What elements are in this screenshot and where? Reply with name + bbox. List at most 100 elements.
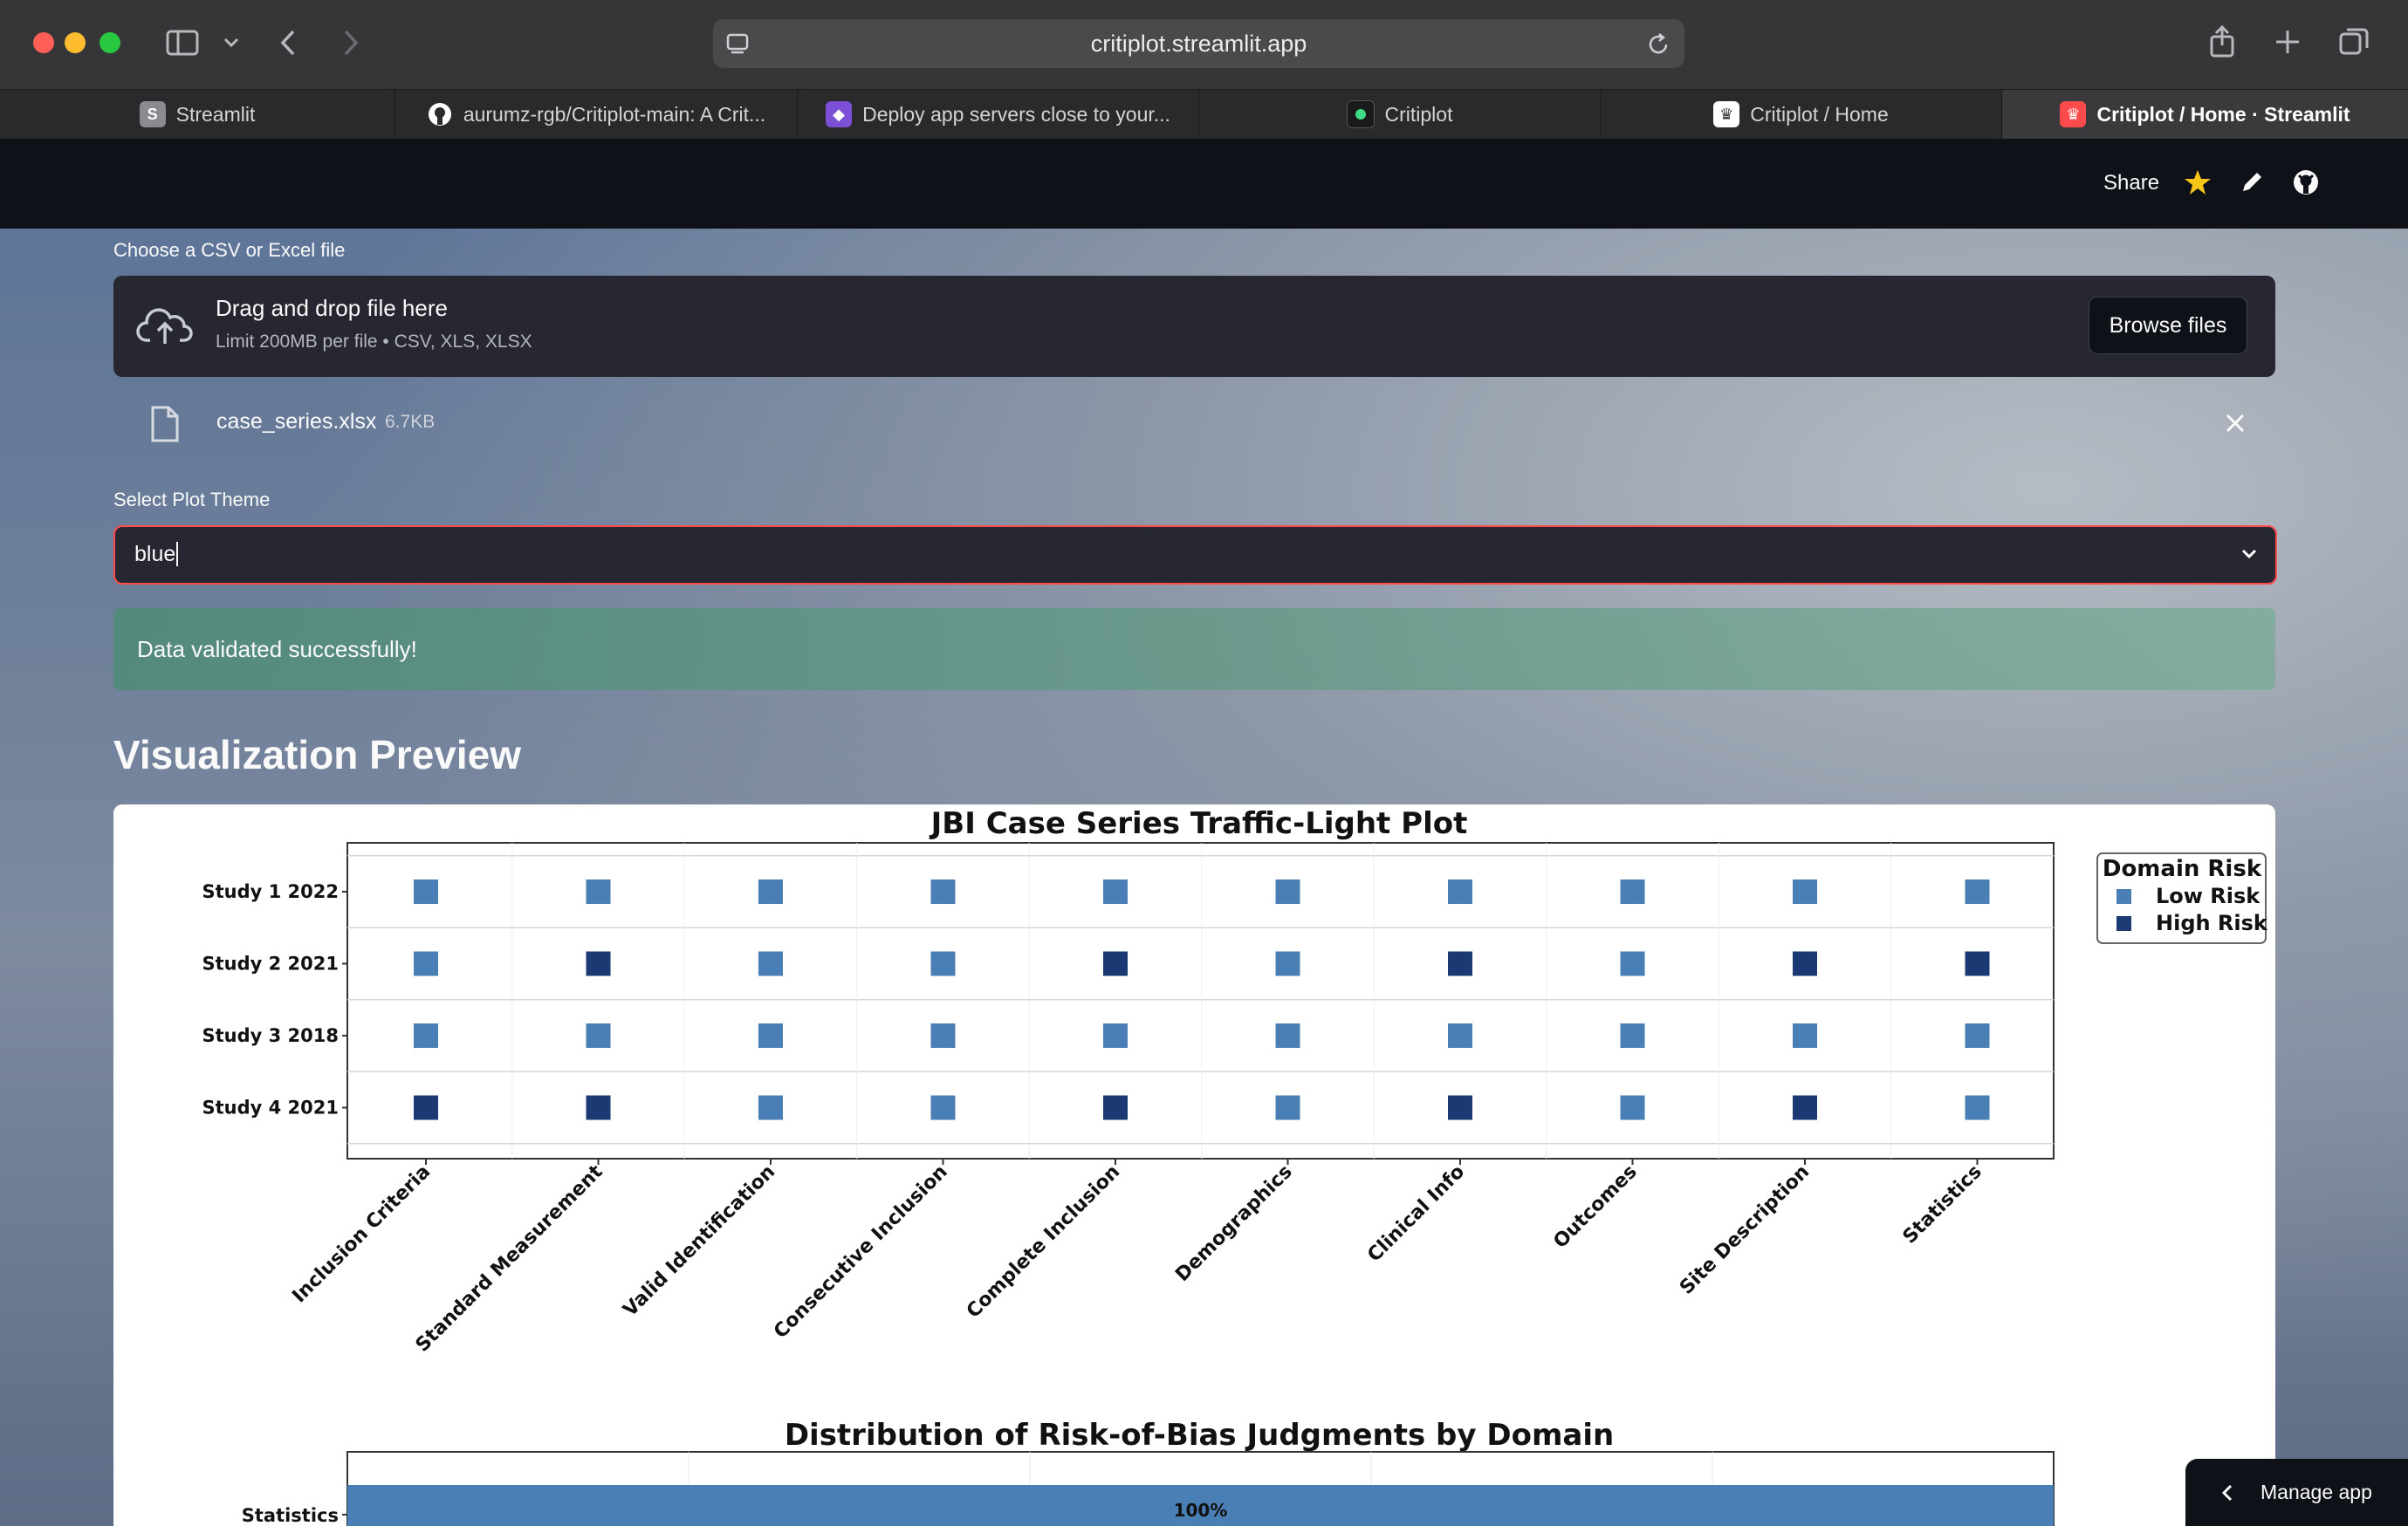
column-label: Outcomes (1549, 1161, 1641, 1253)
success-message: Data validated successfully! (137, 636, 417, 662)
column-label: Consecutive Inclusion (770, 1161, 952, 1344)
risk-marker (930, 879, 956, 904)
drag-drop-text: Drag and drop file here (216, 295, 448, 321)
app-header: Share (0, 139, 2408, 229)
back-icon[interactable] (279, 29, 297, 57)
tab-streamlit[interactable]: S Streamlit (0, 90, 395, 139)
column-label: Standard Measurement (412, 1160, 607, 1356)
risk-marker (586, 879, 611, 904)
risk-marker (758, 1023, 783, 1048)
critiplot-dot-icon (1346, 100, 1375, 128)
plot-theme-select[interactable]: blue (113, 525, 2277, 585)
theme-label: Select Plot Theme (113, 489, 271, 510)
risk-marker (414, 1023, 438, 1048)
forward-icon[interactable] (342, 29, 360, 57)
risk-marker (1620, 1023, 1645, 1048)
star-icon[interactable] (2184, 168, 2212, 196)
risk-marker (1103, 1095, 1128, 1120)
risk-marker (1103, 951, 1128, 976)
risk-marker (930, 1023, 956, 1048)
tab-critiplot-home-streamlit[interactable]: ♛ Critiplot / Home · Streamlit (2002, 90, 2408, 139)
distribution-bars: 100% Statistics (242, 1452, 2054, 1526)
risk-marker (1965, 1095, 1990, 1120)
legend-low-swatch (2116, 889, 2131, 904)
manage-app-button[interactable]: Manage app (2185, 1459, 2408, 1526)
tab-label: Critiplot (1384, 102, 1453, 126)
tab-label: aurumz-rgb/Critiplot-main: A Crit... (463, 102, 766, 126)
manage-app-label: Manage app (2261, 1481, 2372, 1503)
column-label: Clinical Info (1363, 1161, 1469, 1267)
column-label: Site Description (1676, 1161, 1814, 1299)
preview-heading: Visualization Preview (113, 732, 522, 777)
bar-category-label: Statistics (242, 1505, 339, 1526)
success-alert: Data validated successfully! (113, 608, 2275, 690)
uploader-label: Choose a CSV or Excel file (113, 239, 346, 261)
tab-critiplot[interactable]: Critiplot (1199, 90, 1601, 139)
chevron-down-icon[interactable] (2240, 548, 2258, 560)
minimize-window-button[interactable] (65, 32, 86, 53)
row-label: Study 3 2018 (202, 1025, 339, 1046)
risk-marker (586, 951, 611, 976)
traffic-light-chart: JBI Case Series Traffic-Light Plot Study… (202, 806, 2268, 1526)
file-limit-text: Limit 200MB per file • CSV, XLS, XLSX (216, 332, 532, 352)
tab-label: Critiplot / Home · Streamlit (2096, 102, 2350, 126)
row-label: Study 1 2022 (202, 881, 339, 902)
risk-marker (1965, 879, 1990, 904)
remove-file-icon[interactable] (2225, 413, 2246, 434)
risk-marker (1793, 1095, 1817, 1120)
risk-marker (758, 879, 783, 904)
share-icon[interactable] (2208, 24, 2236, 59)
tab-label: Deploy app servers close to your... (862, 102, 1170, 126)
legend: Domain Risk Low Risk High Risk (2096, 852, 2268, 944)
crown-icon: ♛ (2060, 101, 2087, 127)
close-window-button[interactable] (33, 32, 54, 53)
risk-marker (1965, 1023, 1990, 1048)
reload-icon[interactable] (1648, 32, 1671, 57)
risk-marker (930, 1095, 956, 1120)
risk-marker (1620, 1095, 1645, 1120)
file-icon (151, 406, 179, 442)
risk-marker (1965, 951, 1990, 976)
address-bar[interactable]: critiplot.streamlit.app (713, 19, 1684, 68)
tab-github-critiplot[interactable]: aurumz-rgb/Critiplot-main: A Crit... (395, 90, 798, 139)
pencil-icon[interactable] (2240, 170, 2264, 195)
chart-title: Distribution of Risk-of-Bias Judgments b… (785, 1418, 1614, 1453)
browser-titlebar: critiplot.streamlit.app (0, 0, 2408, 89)
zoom-window-button[interactable] (99, 32, 120, 53)
column-label: Statistics (1899, 1161, 1986, 1249)
new-tab-icon[interactable] (2274, 29, 2301, 55)
column-label: Complete Inclusion (963, 1161, 1124, 1323)
file-dropzone[interactable]: Drag and drop file here Limit 200MB per … (113, 276, 2275, 377)
risk-marker (758, 1095, 783, 1120)
risk-marker (586, 1095, 611, 1120)
chart-title: JBI Case Series Traffic-Light Plot (930, 806, 1468, 841)
risk-marker (1793, 1023, 1817, 1048)
sidebar-toggle-icon[interactable] (166, 30, 199, 56)
row-labels: Study 1 2022 Study 2 2021 Study 3 2018 Stud… (202, 881, 347, 1119)
tab-label: Critiplot / Home (1750, 102, 1889, 126)
url-text: critiplot.streamlit.app (1090, 31, 1307, 57)
legend-high-label: High Risk (2156, 911, 2268, 935)
uploaded-file-size: 6.7KB (385, 412, 436, 432)
risk-marker (1448, 879, 1472, 904)
tab-bar: S Streamlit aurumz-rgb/Critiplot-main: A… (0, 89, 2408, 140)
risk-marker (1448, 1023, 1472, 1048)
risk-marker (586, 1023, 611, 1048)
tab-critiplot-home[interactable]: ♛ Critiplot / Home (1601, 90, 2002, 139)
chevron-down-icon[interactable] (223, 37, 239, 49)
browse-files-button[interactable]: Browse files (2089, 297, 2247, 354)
risk-marker (1275, 1023, 1300, 1048)
tab-fly-deploy[interactable]: ◆ Deploy app servers close to your... (798, 90, 1199, 139)
fly-io-icon: ◆ (826, 101, 853, 127)
github-icon (428, 103, 451, 126)
github-icon[interactable] (2292, 168, 2320, 196)
share-button[interactable]: Share (2103, 171, 2159, 195)
tab-overview-icon[interactable] (2339, 27, 2369, 57)
risk-marker (1793, 951, 1817, 976)
column-labels: Inclusion CriteriaStandard Measurement Va… (288, 1159, 1986, 1357)
risk-marker (1448, 1095, 1472, 1120)
plot-image: JBI Case Series Traffic-Light Plot Study… (113, 804, 2275, 1526)
risk-marker (1275, 1095, 1300, 1120)
streamlit-s-icon: S (139, 101, 166, 127)
risk-marker (1103, 879, 1128, 904)
